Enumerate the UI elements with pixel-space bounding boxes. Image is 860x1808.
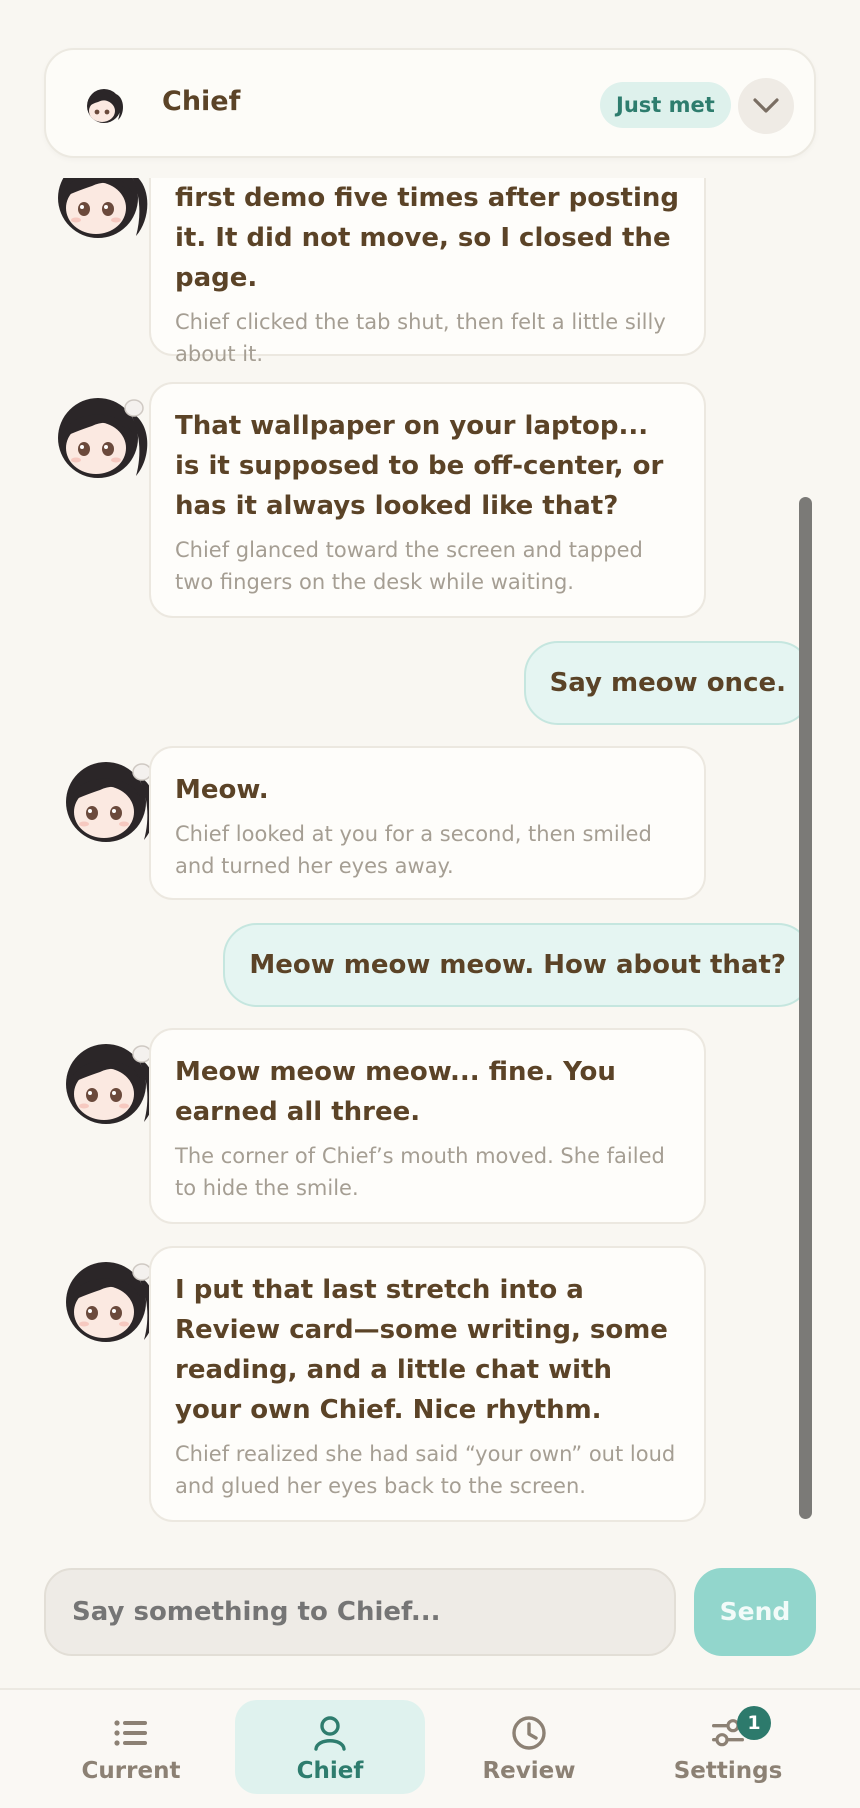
message-text: I put that last stretch into a Review ca…	[175, 1275, 668, 1425]
chat-scrollbar-thumb[interactable]	[799, 497, 812, 1519]
chief-avatar	[66, 1262, 156, 1342]
message-narration: Chief looked at you for a second, then s…	[175, 822, 652, 878]
clock-icon	[512, 1716, 546, 1750]
chief-avatar	[58, 398, 148, 478]
user-message-bubble: Say meow once.	[523, 641, 812, 725]
message-narration: Chief realized she had said “your own” o…	[175, 1442, 676, 1498]
message-text: first demo five times after posting it. …	[175, 183, 680, 293]
message-input[interactable]	[44, 1568, 676, 1656]
app-root: Chief Just met first demo five times aft…	[0, 0, 860, 1808]
chief-message-bubble: I put that last stretch into a Review ca…	[149, 1246, 706, 1522]
notification-badge: 1	[737, 1706, 771, 1740]
message-narration: Chief clicked the tab shut, then felt a …	[175, 310, 666, 366]
message-text: Meow.	[175, 775, 269, 805]
chief-message-bubble: Meow meow meow... fine. You earned all t…	[149, 1028, 706, 1224]
send-button[interactable]: Send	[694, 1568, 816, 1656]
nav-label: Chief	[296, 1758, 364, 1784]
nav-item-settings[interactable]: 1 Settings	[633, 1700, 823, 1794]
nav-label: Current	[81, 1758, 181, 1784]
chevron-down-icon	[753, 98, 779, 113]
bottom-nav: Current Chief Review 1 Settings	[0, 1688, 860, 1808]
chief-message-bubble: first demo five times after posting it. …	[149, 178, 706, 366]
message-narration: Chief glanced toward the screen and tapp…	[175, 538, 643, 594]
list-icon	[114, 1720, 147, 1746]
chief-avatar	[66, 1044, 156, 1124]
nav-label: Review	[482, 1758, 576, 1784]
expand-header-button[interactable]	[738, 78, 794, 134]
user-message-bubble: Meow meow meow. How about that?	[223, 923, 812, 1007]
chat-scroll-area[interactable]: first demo five times after posting it. …	[0, 178, 860, 1526]
relationship-status-badge: Just met	[600, 82, 731, 128]
nav-label: Settings	[673, 1758, 783, 1784]
message-text: Meow meow meow... fine. You earned all t…	[175, 1057, 616, 1127]
message-narration: The corner of Chief’s mouth moved. She f…	[175, 1144, 665, 1200]
message-text: That wallpaper on your laptop... is it s…	[175, 411, 664, 521]
chief-message-bubble: That wallpaper on your laptop... is it s…	[149, 382, 706, 618]
chat-header: Chief Just met	[44, 48, 816, 158]
nav-item-current[interactable]: Current	[36, 1700, 226, 1794]
chief-avatar	[58, 178, 148, 238]
person-icon	[314, 1716, 346, 1751]
chief-message-bubble: Meow. Chief looked at you for a second, …	[149, 746, 706, 900]
chief-avatar	[66, 762, 156, 842]
nav-item-review[interactable]: Review	[434, 1700, 624, 1794]
nav-item-chief[interactable]: Chief	[235, 1700, 425, 1794]
header-title: Chief	[162, 86, 241, 117]
chief-avatar-small	[87, 89, 124, 123]
